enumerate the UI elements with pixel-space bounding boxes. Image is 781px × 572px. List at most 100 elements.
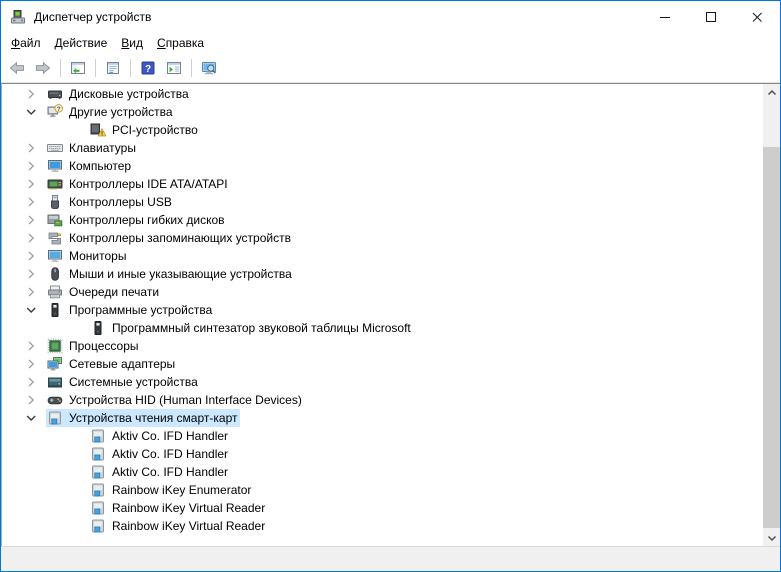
- tree-item[interactable]: Очереди печати: [2, 283, 780, 301]
- chevron-down-icon[interactable]: [23, 410, 39, 426]
- tree-item-content[interactable]: Контроллеры гибких дисков: [46, 211, 228, 229]
- title-bar: Диспетчер устройств: [1, 1, 780, 32]
- tree-item-content[interactable]: Контроллеры USB: [46, 193, 175, 211]
- tree-item[interactable]: Клавиатуры: [2, 139, 780, 157]
- chevron-right-icon[interactable]: [23, 176, 39, 192]
- warning-device-icon: [90, 122, 106, 138]
- tree-item[interactable]: Устройства HID (Human Interface Devices): [2, 391, 780, 409]
- chevron-right-icon[interactable]: [23, 230, 39, 246]
- chevron-right-icon[interactable]: [23, 248, 39, 264]
- maximize-button[interactable]: [688, 1, 734, 32]
- chevron-right-icon[interactable]: [23, 140, 39, 156]
- tree-item-content[interactable]: Дисковые устройства: [46, 85, 192, 103]
- tree-item-content[interactable]: Rainbow iKey Virtual Reader: [89, 517, 268, 535]
- tree-item[interactable]: PCI-устройство: [2, 121, 780, 139]
- chevron-right-icon[interactable]: [23, 212, 39, 228]
- tree-item[interactable]: Aktiv Co. IFD Handler: [2, 463, 780, 481]
- tree-item[interactable]: Rainbow iKey Enumerator: [2, 481, 780, 499]
- chevron-right-icon[interactable]: [23, 374, 39, 390]
- chevron-right-icon[interactable]: [23, 86, 39, 102]
- tree-item[interactable]: Программные устройства: [2, 301, 780, 319]
- back-arrow-icon: [9, 60, 25, 76]
- toolbar-button-show-action-pane[interactable]: [162, 56, 186, 79]
- chevron-right-icon[interactable]: [23, 338, 39, 354]
- tree-item[interactable]: Устройства чтения смарт-карт: [2, 409, 780, 427]
- tree-item-content[interactable]: Контроллеры IDE ATA/ATAPI: [46, 175, 231, 193]
- menu-action[interactable]: Действие: [48, 34, 115, 52]
- tree-item-content[interactable]: Очереди печати: [46, 283, 162, 301]
- chevron-right-icon[interactable]: [23, 194, 39, 210]
- tree-item-content[interactable]: Процессоры: [46, 337, 142, 355]
- scrollbar-down-button[interactable]: [763, 529, 780, 546]
- scrollbar-thumb[interactable]: [763, 147, 780, 528]
- smartcard-reader-icon: [90, 518, 106, 534]
- tree-item-content[interactable]: Aktiv Co. IFD Handler: [89, 427, 231, 445]
- tree-item-content[interactable]: Клавиатуры: [46, 139, 139, 157]
- tree-item-content[interactable]: Системные устройства: [46, 373, 201, 391]
- chevron-right-icon[interactable]: [23, 356, 39, 372]
- tree-item[interactable]: Контроллеры USB: [2, 193, 780, 211]
- tree-item[interactable]: Контроллеры запоминающих устройств: [2, 229, 780, 247]
- chevron-right-icon[interactable]: [23, 266, 39, 282]
- tree-item[interactable]: Процессоры: [2, 337, 780, 355]
- smartcard-reader-icon: [90, 500, 106, 516]
- tree-item-content[interactable]: Компьютер: [46, 157, 134, 175]
- tree-item[interactable]: Aktiv Co. IFD Handler: [2, 445, 780, 463]
- toolbar-button-help[interactable]: ?: [136, 56, 160, 79]
- chevron-right-icon[interactable]: [23, 284, 39, 300]
- tree-item-content-selected[interactable]: Устройства чтения смарт-карт: [46, 409, 240, 427]
- tree-item-label: Программный синтезатор звуковой таблицы …: [112, 321, 411, 335]
- tree-item[interactable]: Мониторы: [2, 247, 780, 265]
- tree-item-label: Другие устройства: [69, 105, 173, 119]
- tree-item-label: Системные устройства: [69, 375, 198, 389]
- toolbar-button-back[interactable]: [5, 56, 29, 79]
- chevron-down-icon[interactable]: [23, 302, 39, 318]
- tree-item-content[interactable]: PCI-устройство: [89, 121, 201, 139]
- toolbar-button-show-console-tree[interactable]: [66, 56, 90, 79]
- toolbar-separator: [60, 59, 61, 77]
- tree-item-content[interactable]: Мыши и иные указывающие устройства: [46, 265, 295, 283]
- chevron-down-icon[interactable]: [23, 104, 39, 120]
- tree-item-content[interactable]: Программные устройства: [46, 301, 215, 319]
- tree-item[interactable]: Aktiv Co. IFD Handler: [2, 427, 780, 445]
- toolbar-button-forward[interactable]: [31, 56, 55, 79]
- tree-item[interactable]: Компьютер: [2, 157, 780, 175]
- tree-item-content[interactable]: Aktiv Co. IFD Handler: [89, 463, 231, 481]
- close-button[interactable]: [734, 1, 780, 32]
- tree-item-content[interactable]: Rainbow iKey Enumerator: [89, 481, 254, 499]
- toolbar-button-scan-hardware-changes[interactable]: [197, 56, 221, 79]
- chevron-right-icon[interactable]: [23, 392, 39, 408]
- tree-item[interactable]: Rainbow iKey Virtual Reader: [2, 499, 780, 517]
- tree-item-content[interactable]: Rainbow iKey Virtual Reader: [89, 499, 268, 517]
- tree-item[interactable]: Программный синтезатор звуковой таблицы …: [2, 319, 780, 337]
- tree-item[interactable]: Сетевые адаптеры: [2, 355, 780, 373]
- chevron-right-icon[interactable]: [23, 158, 39, 174]
- help-icon: ?: [140, 60, 156, 76]
- close-icon: [749, 9, 765, 25]
- tree-item-label: Клавиатуры: [69, 141, 136, 155]
- tree-item[interactable]: ?Другие устройства: [2, 103, 780, 121]
- tree-item[interactable]: Rainbow iKey Virtual Reader: [2, 517, 780, 535]
- tree-item-content[interactable]: Устройства HID (Human Interface Devices): [46, 391, 305, 409]
- tree-item-content[interactable]: Программный синтезатор звуковой таблицы …: [89, 319, 414, 337]
- menu-file[interactable]: Файл: [4, 34, 48, 52]
- tree-item[interactable]: Системные устройства: [2, 373, 780, 391]
- tree-item[interactable]: Контроллеры гибких дисков: [2, 211, 780, 229]
- scrollbar-up-button[interactable]: [763, 84, 780, 101]
- tree-item-content[interactable]: Aktiv Co. IFD Handler: [89, 445, 231, 463]
- tree-item[interactable]: Контроллеры IDE ATA/ATAPI: [2, 175, 780, 193]
- tree-item-content[interactable]: Сетевые адаптеры: [46, 355, 178, 373]
- menu-view[interactable]: Вид: [114, 34, 150, 52]
- floppy-controller-icon: [47, 212, 63, 228]
- minimize-button[interactable]: [642, 1, 688, 32]
- chevron-up-icon: [764, 85, 780, 101]
- tree-item-content[interactable]: Контроллеры запоминающих устройств: [46, 229, 294, 247]
- tree-item[interactable]: Мыши и иные указывающие устройства: [2, 265, 780, 283]
- menu-help[interactable]: Справка: [150, 34, 211, 52]
- tree-item-content[interactable]: ?Другие устройства: [46, 103, 176, 121]
- properties-icon: [105, 60, 121, 76]
- vertical-scrollbar[interactable]: [763, 84, 780, 546]
- tree-item-content[interactable]: Мониторы: [46, 247, 129, 265]
- toolbar-button-properties[interactable]: [101, 56, 125, 79]
- tree-item[interactable]: Дисковые устройства: [2, 85, 780, 103]
